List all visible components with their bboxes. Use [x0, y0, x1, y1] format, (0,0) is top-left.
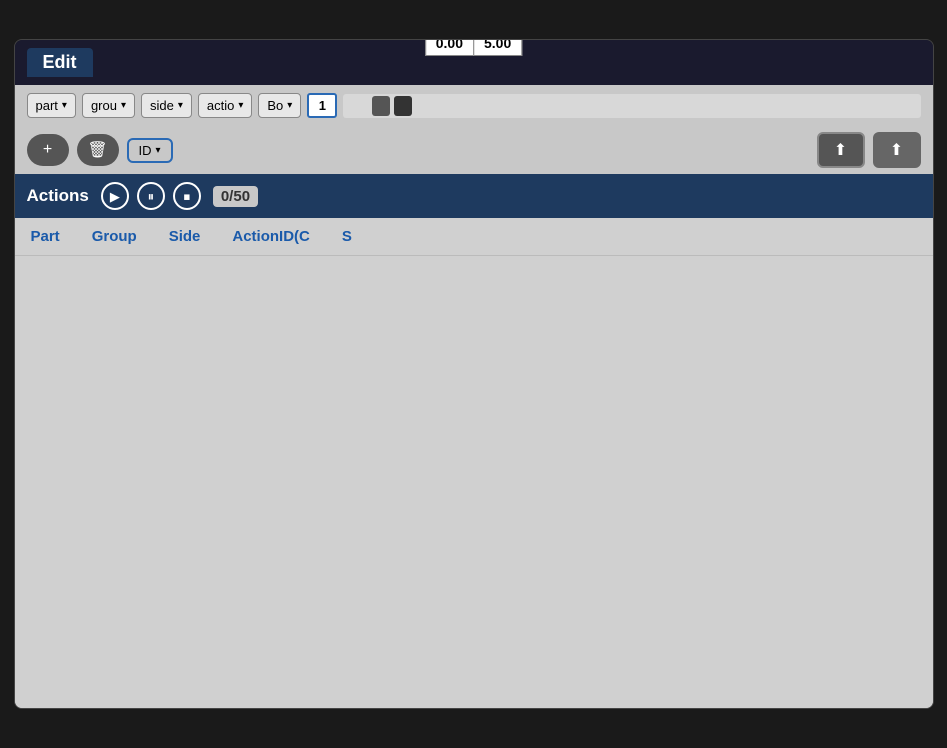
actions-table: Part Group Side ActionID(C S — [15, 218, 933, 708]
play-icon: ▶ — [101, 182, 129, 210]
pause-icon: ⏸ — [137, 182, 165, 210]
add-button[interactable]: + — [27, 134, 69, 166]
group-dropdown[interactable]: grou — [82, 93, 135, 118]
part-dropdown[interactable]: part — [27, 93, 76, 118]
timeline-thumb-right[interactable] — [394, 96, 412, 116]
table-body — [15, 256, 933, 696]
time-right: 5.00 — [473, 39, 522, 56]
timeline-track[interactable] — [343, 94, 920, 118]
col-actionid: ActionID(C — [232, 228, 310, 245]
main-window: 0.00 5.00 Edit part grou side actio Bo +… — [14, 39, 934, 709]
edit-title: Edit — [27, 48, 93, 77]
play-controls: ▶ ⏸ ⏹ — [101, 182, 201, 210]
toolbar-row-1: part grou side actio Bo — [15, 85, 933, 126]
side-dropdown[interactable]: side — [141, 93, 192, 118]
toolbar-row-2: + 🗑 ID ⬆ ⬆ — [15, 126, 933, 174]
upload-button-2[interactable]: ⬆ — [873, 132, 921, 168]
col-s: S — [342, 228, 352, 245]
col-part: Part — [31, 228, 60, 245]
trash-icon: 🗑 — [87, 140, 107, 160]
stop-button[interactable]: ⏹ — [173, 182, 201, 210]
col-group: Group — [92, 228, 137, 245]
actions-title: Actions — [27, 186, 89, 206]
delete-button[interactable]: 🗑 — [77, 134, 119, 166]
number-input[interactable] — [307, 93, 337, 118]
id-label: ID — [139, 143, 152, 158]
table-header-row: Part Group Side ActionID(C S — [15, 218, 933, 256]
play-button[interactable]: ▶ — [101, 182, 129, 210]
pause-button[interactable]: ⏸ — [137, 182, 165, 210]
actions-panel: Actions ▶ ⏸ ⏹ 0/50 Part Group Side Actio… — [15, 174, 933, 708]
time-display: 0.00 5.00 — [425, 39, 523, 56]
bo-dropdown[interactable]: Bo — [258, 93, 301, 118]
stop-icon: ⏹ — [173, 182, 201, 210]
action-dropdown[interactable]: actio — [198, 93, 253, 118]
actions-header: Actions ▶ ⏸ ⏹ 0/50 — [15, 174, 933, 218]
upload-icon-2: ⬆ — [890, 140, 903, 160]
upload-icon-1: ⬆ — [834, 140, 847, 160]
upload-button-1[interactable]: ⬆ — [817, 132, 865, 168]
col-side: Side — [169, 228, 201, 245]
action-count: 0/50 — [213, 186, 258, 207]
time-left: 0.00 — [425, 39, 473, 56]
plus-icon: + — [43, 141, 52, 159]
id-dropdown[interactable]: ID — [127, 138, 173, 163]
timeline-thumb-left[interactable] — [372, 96, 390, 116]
